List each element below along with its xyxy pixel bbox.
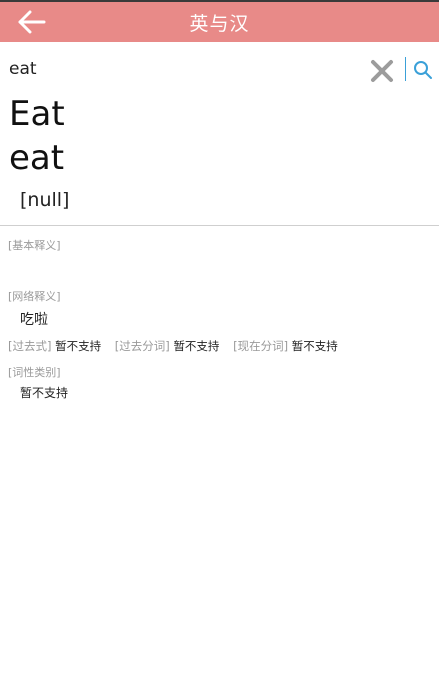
headword: eat	[9, 138, 65, 178]
past-tense-label: [过去式]	[8, 339, 52, 353]
pos-value: 暂不支持	[20, 386, 69, 400]
present-participle-label: [现在分词]	[233, 339, 289, 353]
pos-label: [词性类别]	[8, 366, 61, 379]
search-divider	[405, 57, 406, 81]
clear-button[interactable]	[369, 58, 395, 84]
search-button[interactable]	[412, 59, 434, 81]
basic-meaning-label: [基本释义]	[8, 239, 61, 252]
app-header: 英与汉	[0, 2, 439, 42]
headword-capitalized: Eat	[9, 94, 65, 134]
divider	[0, 225, 439, 226]
back-button[interactable]	[14, 8, 50, 36]
arrow-left-icon	[18, 10, 46, 34]
web-meaning-value: 吃啦	[20, 312, 48, 328]
past-participle-value: 暂不支持	[173, 339, 220, 353]
past-participle-label: [过去分词]	[114, 339, 170, 353]
page-title: 英与汉	[189, 12, 250, 35]
web-meaning-label: [网络释义]	[8, 290, 61, 303]
present-participle-value: 暂不支持	[291, 339, 338, 353]
close-icon	[371, 60, 393, 82]
search-icon	[414, 61, 432, 79]
phonetic: [null]	[20, 189, 70, 211]
past-tense-value: 暂不支持	[55, 339, 102, 353]
search-input[interactable]	[9, 54, 349, 84]
search-bar	[0, 52, 439, 88]
word-forms-row: [过去式] 暂不支持 [过去分词] 暂不支持 [现在分词] 暂不支持	[8, 338, 338, 354]
